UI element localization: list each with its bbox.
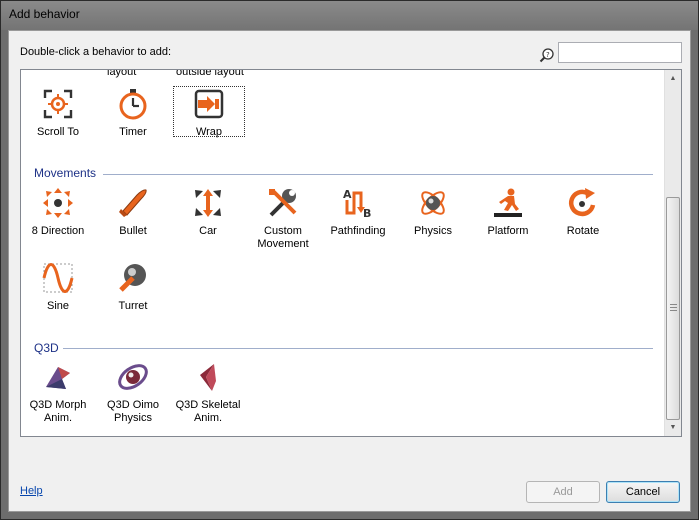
category-divider xyxy=(63,348,653,349)
category-divider xyxy=(103,174,653,175)
item-label: Timer xyxy=(119,126,147,138)
behavior-item-rotate[interactable]: Rotate xyxy=(543,187,623,238)
search-icon: ? xyxy=(539,48,554,63)
svg-text:?: ? xyxy=(546,51,550,59)
behavior-item-sine[interactable]: Sine xyxy=(21,262,98,313)
pathfinding-icon: A B xyxy=(343,188,371,219)
item-label: Q3D Morph Anim. xyxy=(29,399,87,424)
item-label: Physics xyxy=(414,225,452,237)
svg-text:A: A xyxy=(343,188,352,201)
help-link[interactable]: Help xyxy=(20,485,43,497)
item-label: Q3D Skeletal Anim. xyxy=(175,399,241,424)
instruction-label: Double-click a behavior to add: xyxy=(20,46,172,58)
item-label: Pathfinding xyxy=(330,225,386,237)
item-label: Rotate xyxy=(566,225,600,237)
wrap-icon xyxy=(194,89,224,119)
add-button[interactable]: Add xyxy=(526,481,600,503)
cut-label: layout xyxy=(107,69,137,78)
behavior-item-8-direction[interactable]: 8 Direction xyxy=(21,187,98,238)
dialog-window: Add behavior Double-click a behavior to … xyxy=(0,0,699,520)
vertical-scrollbar[interactable]: ▲ ▼ xyxy=(664,70,681,436)
item-label: Platform xyxy=(487,225,529,237)
item-label: Sine xyxy=(46,300,70,312)
category-header-q3d: Q3D xyxy=(34,341,59,355)
behavior-item-bullet[interactable]: Bullet xyxy=(93,187,173,238)
q3d-skeletal-icon xyxy=(200,364,216,391)
behavior-item-platform[interactable]: Platform xyxy=(468,187,548,238)
title-bar[interactable]: Add behavior xyxy=(1,1,698,30)
item-label: Bullet xyxy=(119,225,147,237)
q3d-morph-icon xyxy=(46,367,70,389)
behavior-item-q3d-oimo-physics[interactable]: Q3D Oimo Physics xyxy=(93,361,173,425)
dialog-body: Double-click a behavior to add: ? layout… xyxy=(8,30,691,512)
sine-icon xyxy=(42,263,74,293)
item-label: 8 Direction xyxy=(31,225,85,237)
behavior-list[interactable]: layout outside layout Scroll To Timer Wr… xyxy=(20,69,682,437)
window-title: Add behavior xyxy=(9,7,80,21)
item-label: Scroll To xyxy=(37,126,79,138)
behavior-item-q3d-skeletal-anim[interactable]: Q3D Skeletal Anim. xyxy=(168,361,248,425)
behavior-item-wrap[interactable]: Wrap xyxy=(173,86,245,138)
q3d-oimo-icon xyxy=(118,364,148,390)
scrollbar-grip xyxy=(670,307,677,308)
scrollbar-thumb[interactable] xyxy=(666,197,680,420)
item-label: Custom Movement xyxy=(257,225,309,250)
cancel-button[interactable]: Cancel xyxy=(606,481,680,503)
item-label: Wrap xyxy=(195,126,223,138)
behavior-item-scroll-to[interactable]: Scroll To xyxy=(21,88,98,139)
behavior-item-pathfinding[interactable]: A B Pathfinding xyxy=(318,187,398,238)
physics-icon xyxy=(421,191,445,215)
behavior-item-q3d-morph-anim[interactable]: Q3D Morph Anim. xyxy=(21,361,98,425)
item-label: Turret xyxy=(118,300,148,312)
platform-icon xyxy=(494,188,522,217)
bullet-icon xyxy=(119,189,147,217)
scroll-to-icon xyxy=(43,89,73,119)
scrollbar-grip xyxy=(670,310,677,311)
item-label: Q3D Oimo Physics xyxy=(107,399,159,424)
svg-text:B: B xyxy=(363,207,371,219)
timer-icon xyxy=(119,89,147,120)
behavior-item-car[interactable]: Car xyxy=(168,187,248,238)
turret-icon xyxy=(119,264,146,292)
behavior-item-turret[interactable]: Turret xyxy=(93,262,173,313)
rotate-icon xyxy=(568,188,596,217)
behavior-item-physics[interactable]: Physics xyxy=(393,187,473,238)
cut-label: outside layout xyxy=(176,69,244,78)
behavior-item-custom-movement[interactable]: Custom Movement xyxy=(243,187,323,251)
search-input[interactable] xyxy=(558,42,682,63)
scroll-down-arrow[interactable]: ▼ xyxy=(665,419,681,436)
behavior-item-timer[interactable]: Timer xyxy=(93,88,173,139)
eight-direction-icon xyxy=(43,188,73,218)
scrollbar-grip xyxy=(670,304,677,305)
item-label: Car xyxy=(199,225,217,237)
category-header-movements: Movements xyxy=(34,166,97,180)
car-icon xyxy=(195,189,221,217)
scroll-up-arrow[interactable]: ▲ xyxy=(665,70,681,87)
custom-movement-icon xyxy=(269,189,297,217)
